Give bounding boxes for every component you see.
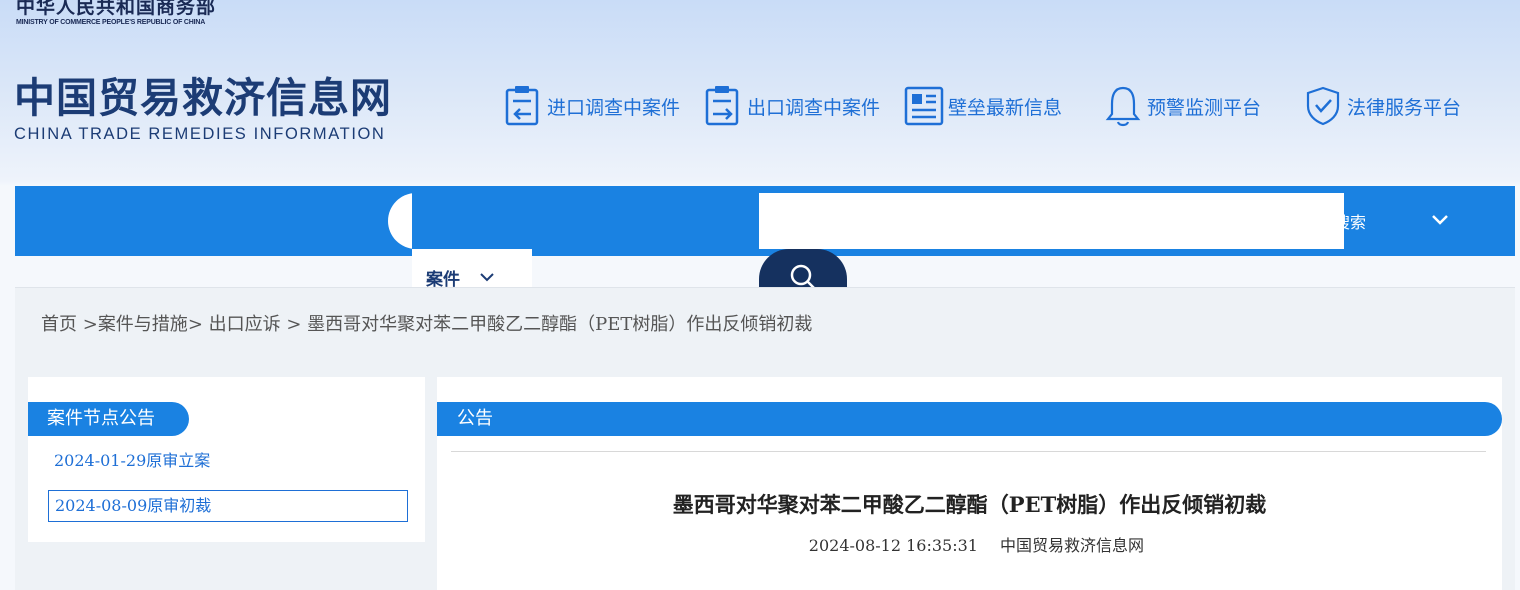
nav-warning-platform[interactable]: 预警监测平台 bbox=[1103, 84, 1261, 128]
nav-import-cases[interactable]: 进口调查中案件 bbox=[503, 84, 680, 128]
article-title: 墨西哥对华聚对苯二甲酸乙二醇酯（PET树脂）作出反倾销初裁 bbox=[672, 492, 1267, 517]
nav-barrier-news-label: 壁垒最新信息 bbox=[948, 96, 1063, 119]
announcement-panel: 公告 墨西哥对华聚对苯二甲酸乙二醇酯（PET树脂）作出反倾销初裁 2024-08… bbox=[437, 377, 1502, 590]
search-button[interactable] bbox=[759, 249, 847, 289]
nav-legal-platform[interactable]: 法律服务平台 bbox=[1303, 84, 1461, 128]
chevron-down-icon[interactable] bbox=[1428, 208, 1452, 232]
search-type-label: 案件 bbox=[426, 269, 460, 290]
case-node-panel: 案件节点公告 2024-01-29原审立案 2024-08-09原审初裁 bbox=[28, 377, 425, 542]
breadcrumb: 首页 >案件与措施> 出口应诉 > 墨西哥对华聚对苯二甲酸乙二醇酯（PET树脂）… bbox=[41, 310, 812, 336]
breadcrumb-separator: > bbox=[280, 314, 308, 335]
bell-icon bbox=[1105, 86, 1141, 127]
article-meta: 2024-08-12 16:35:31 中国贸易救济信息网 bbox=[437, 532, 1402, 556]
case-node-item[interactable]: 2024-01-29原审立案 bbox=[48, 446, 408, 478]
title-divider bbox=[451, 451, 1486, 452]
chevron-down-icon bbox=[480, 273, 494, 282]
article-date: 2024-08-12 16:35:31 bbox=[808, 536, 978, 555]
breadcrumb-separator: > bbox=[187, 314, 209, 335]
search-icon bbox=[790, 264, 816, 289]
breadcrumb-cases-measures[interactable]: 案件与措施 bbox=[98, 314, 188, 335]
barrier-news-icon bbox=[904, 86, 944, 126]
search-input[interactable] bbox=[759, 193, 1344, 249]
search-tail-text: 搜索 bbox=[1334, 213, 1367, 232]
nav-warning-platform-label: 预警监测平台 bbox=[1147, 96, 1262, 119]
shield-check-icon bbox=[1306, 86, 1340, 126]
article-source: 中国贸易救济信息网 bbox=[999, 536, 1144, 555]
case-node-item-active[interactable]: 2024-08-09原审初裁 bbox=[48, 490, 408, 522]
nav-export-cases[interactable]: 出口调查中案件 bbox=[703, 84, 880, 128]
export-case-icon bbox=[705, 86, 739, 126]
nav-barrier-news[interactable]: 壁垒最新信息 bbox=[904, 84, 1062, 128]
import-case-icon bbox=[505, 86, 539, 126]
nav-legal-platform-label: 法律服务平台 bbox=[1347, 96, 1462, 119]
nav-import-cases-label: 进口调查中案件 bbox=[547, 96, 681, 119]
ministry-name-en: MINISTRY OF COMMERCE PEOPLE'S REPUBLIC O… bbox=[16, 19, 206, 26]
top-navigation: 进口调查中案件 出口调查中案件 壁垒最新信息 预警监测平台 法律服务平台 bbox=[0, 84, 1520, 128]
announcement-panel-title: 公告 bbox=[437, 402, 1502, 436]
breadcrumb-home[interactable]: 首页 bbox=[41, 314, 77, 335]
breadcrumb-export-response[interactable]: 出口应诉 bbox=[209, 314, 281, 335]
nav-export-cases-label: 出口调查中案件 bbox=[747, 96, 881, 119]
ministry-name-cn: 中华人民共和国商务部 bbox=[16, 0, 217, 18]
breadcrumb-separator: > bbox=[77, 314, 98, 335]
ministry-logo[interactable]: 中华人民共和国商务部 MINISTRY OF COMMERCE PEOPLE'S… bbox=[16, 0, 216, 26]
breadcrumb-current: 墨西哥对华聚对苯二甲酸乙二醇酯（PET树脂）作出反倾销初裁 bbox=[307, 314, 813, 335]
case-node-panel-title: 案件节点公告 bbox=[28, 402, 189, 436]
search-bar-inner bbox=[412, 193, 759, 249]
